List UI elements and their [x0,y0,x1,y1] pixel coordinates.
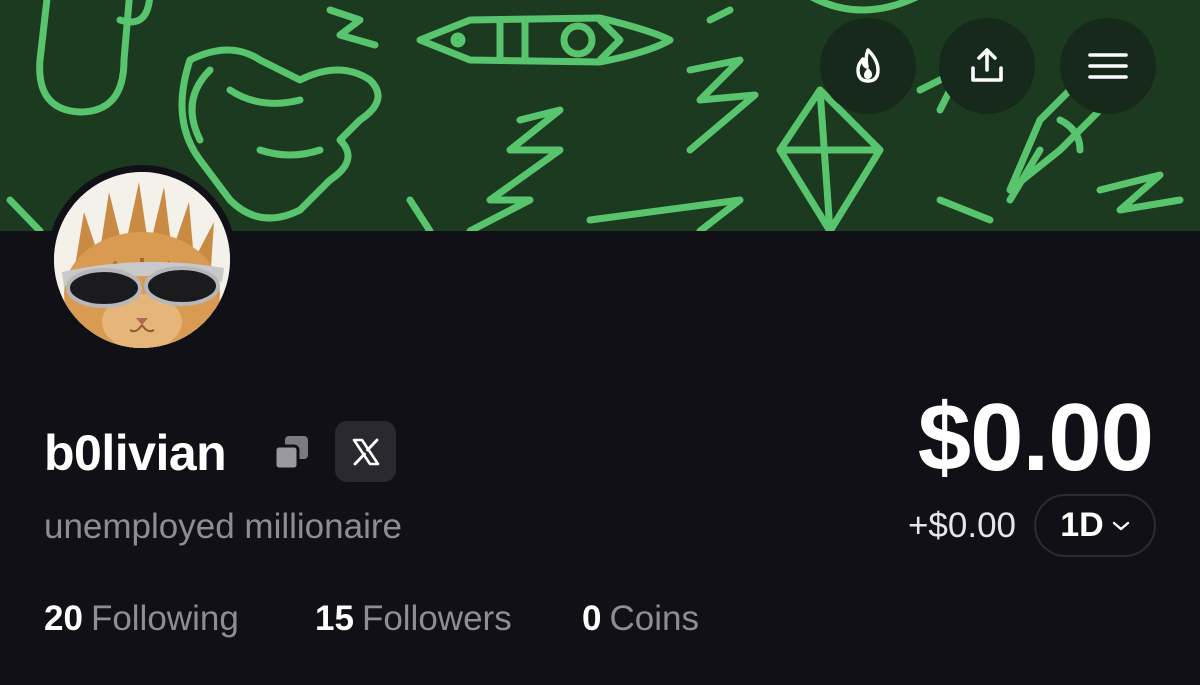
balance-change: +$0.00 [907,506,1016,545]
copy-icon [273,436,308,471]
x-logo-icon [352,438,379,465]
x-social-link[interactable] [335,421,396,482]
followers-stat[interactable]: 15 Followers [315,598,512,640]
share-upload-icon [971,48,1003,82]
period-value: 1D [1060,506,1104,544]
username: b0livian [44,425,227,481]
portfolio-balance: $0.00 [917,384,1154,491]
followers-count: 15 [315,599,354,638]
coins-count: 0 [582,599,602,638]
flame-button[interactable] [820,18,916,114]
coins-stat[interactable]: 0 Coins [582,598,699,640]
profile-bio: unemployed millionaire [44,507,402,546]
flame-icon [856,48,880,83]
followers-label: Followers [361,599,512,638]
share-button[interactable] [939,18,1035,114]
avatar[interactable] [47,165,237,355]
following-count: 20 [44,599,83,638]
hamburger-menu-icon [1088,53,1128,79]
following-stat[interactable]: 20 Following [44,598,239,640]
cat-sunglasses-avatar-image [54,172,230,348]
menu-button[interactable] [1060,18,1156,114]
chevron-down-icon [1112,521,1129,530]
copy-address-button[interactable] [272,432,312,472]
coins-label: Coins [609,599,699,638]
period-selector[interactable]: 1D [1034,494,1156,557]
following-label: Following [90,599,239,638]
